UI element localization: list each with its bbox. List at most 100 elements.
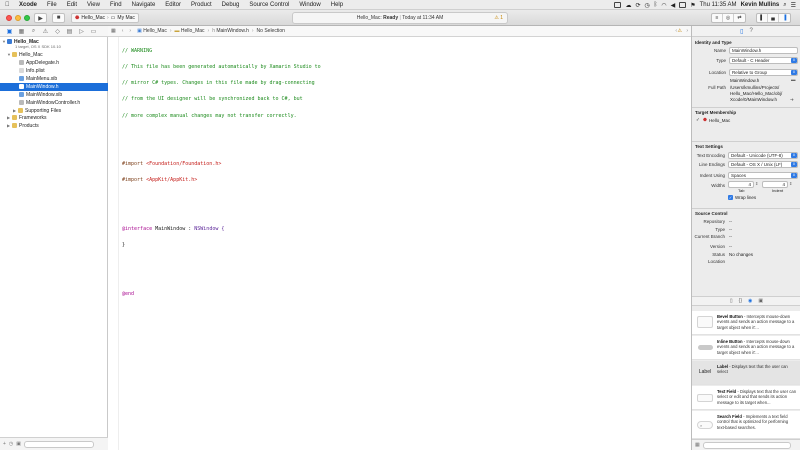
recent-icon[interactable]: ◷ [9, 441, 13, 447]
report-icon[interactable]: ▭ [90, 28, 97, 35]
zoom-window-button[interactable] [24, 15, 30, 21]
menu-navigate[interactable]: Navigate [127, 0, 161, 10]
volume-icon[interactable]: ◀ [671, 2, 676, 9]
version-editor-icon[interactable]: ⇄ [734, 14, 745, 22]
related-items-icon[interactable]: ▦ [108, 28, 119, 34]
search-icon[interactable]: ⌕ [30, 28, 37, 35]
scm-filter-icon[interactable]: ▣ [16, 441, 21, 447]
status-menus: ☁ ⟳ ◷ ᛒ ◠ ◀ ⚑ Thu 11:35 AM Kevin Mullins… [614, 0, 796, 10]
file-template-icon[interactable]: ▯ [730, 298, 733, 304]
menu-window[interactable]: Window [294, 0, 325, 10]
file-row-selected[interactable]: MainWindow.h [0, 83, 108, 91]
menu-edit[interactable]: Edit [62, 0, 82, 10]
menubar-clock[interactable]: Thu 11:35 AM [700, 2, 737, 8]
menubar-user[interactable]: Kevin Mullins [741, 2, 780, 8]
location-popup[interactable]: Relative to Group ⇕ [729, 69, 798, 76]
flag-icon[interactable]: ⚑ [690, 2, 695, 9]
issue-icon[interactable]: ⚠ [42, 28, 49, 35]
media-library-icon[interactable]: ▣ [758, 298, 763, 304]
library-item[interactable]: Text Field - Displays text that the user… [692, 386, 800, 410]
name-field[interactable]: MainWindow.h [729, 47, 798, 54]
menu-editor[interactable]: Editor [160, 0, 186, 10]
file-row[interactable]: MainMenu.xib [0, 75, 108, 83]
apple-menu-icon[interactable]:  [0, 0, 14, 10]
sync-icon[interactable]: ⟳ [635, 2, 640, 9]
wifi-icon[interactable]: ◠ [661, 2, 666, 9]
menu-file[interactable]: File [42, 0, 62, 10]
jump-group[interactable]: ▬ Hello_Mac [172, 28, 208, 34]
library-item[interactable]: Bevel Button - Intercepts mouse-down eve… [692, 311, 800, 335]
object-library-icon[interactable]: ◉ [748, 298, 752, 304]
library-item[interactable]: ⌕ Search Field - Implements a text field… [692, 411, 800, 439]
toggle-debug-icon[interactable]: ▄ [768, 14, 779, 22]
menu-help[interactable]: Help [326, 0, 348, 10]
run-button[interactable]: ▶ [34, 13, 47, 23]
indent-stepper-icon[interactable]: ⇕ [789, 181, 792, 186]
minimize-window-button[interactable] [15, 15, 21, 21]
assistant-editor-icon[interactable]: ◎ [723, 14, 734, 22]
menu-product[interactable]: Product [186, 0, 217, 10]
bluetooth-icon[interactable]: ᛒ [654, 2, 658, 8]
warning-icon[interactable]: ⚠ [678, 28, 682, 34]
wrap-lines-checkbox[interactable]: ✓ [728, 195, 733, 200]
notification-center-icon[interactable]: ☰ [791, 2, 796, 9]
menu-debug[interactable]: Debug [217, 0, 245, 10]
library-item[interactable]: Inline Button - Intercepts mouse-down ev… [692, 336, 800, 360]
code-snippet-icon[interactable]: {} [739, 298, 742, 304]
library-item-selected[interactable]: Label Label - Displays text that the use… [692, 361, 800, 385]
line-endings-popup[interactable]: Default - OS X / Unix (LF) ⇕ [728, 161, 798, 168]
jump-file[interactable]: h MainWindow.h [209, 28, 252, 34]
menu-xcode[interactable]: Xcode [14, 0, 42, 10]
group-row[interactable]: ▼ Hello_Mac [0, 51, 108, 59]
folder-icon[interactable]: ▣ [6, 28, 13, 35]
folder-row[interactable]: ▶ Products [0, 122, 108, 130]
tab-width-field[interactable]: 4 [728, 181, 754, 188]
file-row[interactable]: AppDelegate.h [0, 59, 108, 67]
warning-badge[interactable]: ⚠ 1 [494, 15, 503, 21]
encoding-popup[interactable]: Default - Unicode (UTF-8) ⇕ [728, 152, 798, 159]
display-icon[interactable] [614, 2, 622, 8]
symbol-icon[interactable]: ▦ [18, 28, 25, 35]
jump-symbol[interactable]: No Selection [254, 28, 288, 34]
tab-stepper-icon[interactable]: ⇕ [755, 181, 758, 186]
add-icon[interactable]: + [3, 441, 6, 447]
breakpoint-icon[interactable]: ▷ [78, 28, 85, 35]
menu-find[interactable]: Find [105, 0, 127, 10]
debug-icon[interactable]: ▤ [66, 28, 73, 35]
reveal-in-finder-icon[interactable]: ➜ [790, 97, 794, 103]
jump-next-issue-icon[interactable]: › [686, 28, 688, 34]
time-machine-icon[interactable]: ◷ [645, 2, 650, 9]
quick-help-icon[interactable]: ? [749, 28, 752, 34]
file-row[interactable]: MainWindowController.h [0, 99, 108, 107]
back-icon[interactable]: ‹ [119, 28, 127, 34]
indent-width-field[interactable]: 4 [762, 181, 788, 188]
library-filter-field[interactable] [702, 441, 791, 449]
choose-folder-icon[interactable]: ▬ [791, 77, 796, 82]
source-editor[interactable]: // WARNING // This file has been generat… [108, 37, 691, 450]
close-window-button[interactable] [6, 15, 12, 21]
grid-view-icon[interactable]: ▦ [695, 442, 700, 448]
spotlight-icon[interactable]: ⌕ [783, 2, 786, 9]
menu-source-control[interactable]: Source Control [244, 0, 294, 10]
file-row[interactable]: Info.plist [0, 67, 108, 75]
test-icon[interactable]: ◇ [54, 28, 61, 35]
scheme-selector[interactable]: ⬣ Hello_Mac › ▭ My Mac [71, 13, 139, 23]
folder-row[interactable]: ▶ Frameworks [0, 114, 108, 122]
file-type-popup[interactable]: Default - C Header ⇕ [729, 57, 798, 64]
editor-gutter[interactable] [108, 37, 119, 450]
standard-editor-icon[interactable]: ≡ [712, 14, 723, 22]
menu-view[interactable]: View [82, 0, 105, 10]
code-text[interactable]: // WARNING // This file has been generat… [122, 38, 321, 308]
stop-button[interactable]: ■ [52, 13, 65, 23]
file-inspector-icon[interactable]: ▯ [740, 28, 743, 35]
cloud-icon[interactable]: ☁ [625, 2, 631, 9]
navigator-filter-field[interactable] [24, 440, 95, 448]
battery-icon[interactable] [679, 2, 687, 8]
toggle-utilities-icon[interactable]: ▐ [779, 14, 790, 22]
target-checkbox[interactable]: ✓ [696, 117, 700, 123]
jump-project[interactable]: ▣ Hello_Mac [134, 28, 170, 34]
forward-icon[interactable]: › [126, 28, 134, 34]
toggle-navigator-icon[interactable]: ▌ [757, 14, 768, 22]
indent-using-popup[interactable]: Spaces ⇕ [728, 172, 798, 179]
file-row[interactable]: MainWindow.xib [0, 91, 108, 99]
